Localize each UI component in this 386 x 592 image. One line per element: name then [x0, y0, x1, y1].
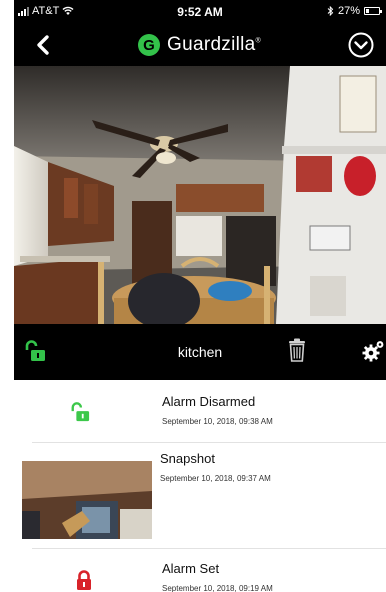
app-screen: AT&T 9:52 AM 27% G Guardzilla® kitchen A… [14, 0, 386, 592]
event-title: Alarm Disarmed [162, 394, 256, 409]
event-title: Snapshot [160, 451, 215, 466]
snapshot-thumbnail[interactable] [22, 461, 152, 539]
event-timestamp: September 10, 2018, 09:38 AM [162, 417, 273, 426]
event-title: Alarm Set [162, 561, 220, 576]
gear-icon[interactable] [362, 340, 384, 362]
guardzilla-logo: G Guardzilla® [138, 34, 261, 56]
trademark-symbol: ® [255, 37, 262, 45]
event-alarm-set[interactable]: Alarm Set September 10, 2018, 09:19 AM [14, 548, 386, 592]
battery-icon [364, 7, 382, 15]
live-camera-view[interactable] [14, 66, 386, 324]
battery-percent: 27% [337, 5, 360, 17]
trash-icon[interactable] [288, 338, 306, 362]
collapse-chevron-icon[interactable] [348, 32, 374, 58]
camera-name[interactable]: kitchen [14, 344, 386, 360]
event-timestamp: September 10, 2018, 09:19 AM [162, 584, 273, 592]
camera-control-bar: kitchen [14, 324, 386, 380]
status-bar: AT&T 9:52 AM 27% [14, 0, 386, 24]
event-list: Alarm Disarmed September 10, 2018, 09:38… [14, 380, 386, 592]
event-alarm-disarmed[interactable]: Alarm Disarmed September 10, 2018, 09:38… [14, 380, 386, 442]
event-timestamp: September 10, 2018, 09:37 AM [160, 474, 271, 483]
locked-padlock-icon [77, 570, 91, 590]
bluetooth-icon [327, 6, 334, 16]
camera-feed-image [14, 66, 386, 324]
back-chevron-icon[interactable] [32, 32, 56, 58]
brand-name: Guardzilla [167, 34, 256, 55]
unlocked-padlock-icon [71, 402, 90, 422]
logo-mark: G [138, 34, 160, 56]
nav-bar: G Guardzilla® [14, 24, 386, 66]
